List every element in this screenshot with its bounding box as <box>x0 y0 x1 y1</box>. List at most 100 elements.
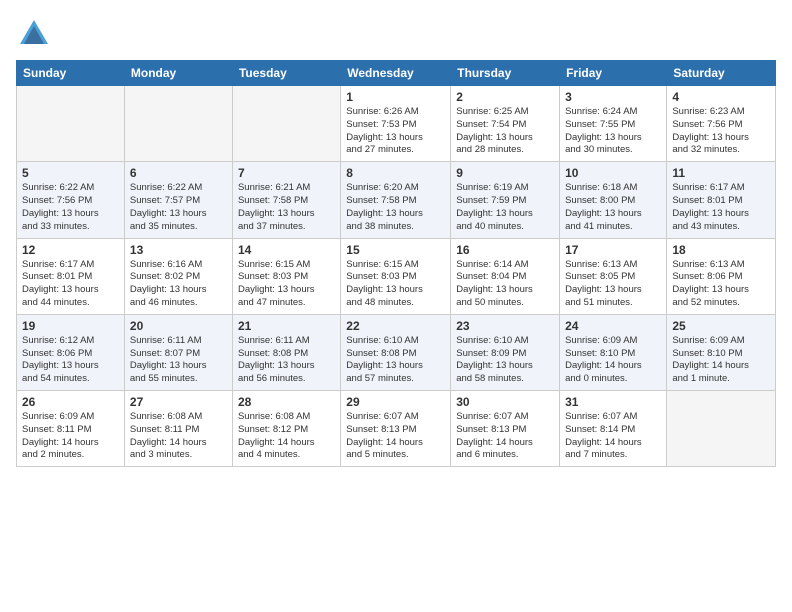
calendar-week-row: 19Sunrise: 6:12 AM Sunset: 8:06 PM Dayli… <box>17 314 776 390</box>
calendar-week-row: 1 Sunrise: 6:26 AM Sunset: 7:53 PM Daylig… <box>17 86 776 162</box>
calendar-day-cell: 16 Sunrise: 6:14 AM Sunset: 8:04 PM Dayli… <box>451 238 560 314</box>
calendar-day-cell: 12 Sunrise: 6:17 AM Sunset: 8:01 PM Dayli… <box>17 238 125 314</box>
day-number: 27 <box>130 395 227 409</box>
calendar-day-cell: 28Sunrise: 6:08 AM Sunset: 8:12 PM Dayli… <box>232 391 340 467</box>
calendar-day-cell: 7 Sunrise: 6:21 AM Sunset: 7:58 PM Daylig… <box>232 162 340 238</box>
logo-icon <box>16 16 52 52</box>
day-number: 10 <box>565 166 661 180</box>
calendar-day-cell: 31 Sunrise: 6:07 AM Sunset: 8:14 PM Dayli… <box>560 391 667 467</box>
day-number: 24 <box>565 319 661 333</box>
day-number: 20 <box>130 319 227 333</box>
day-number: 2 <box>456 90 554 104</box>
day-detail: Sunrise: 6:09 AM Sunset: 8:10 PM Dayligh… <box>672 335 770 386</box>
calendar-day-cell: 9 Sunrise: 6:19 AM Sunset: 7:59 PM Daylig… <box>451 162 560 238</box>
day-detail: Sunrise: 6:17 AM Sunset: 8:01 PM Dayligh… <box>22 259 119 310</box>
day-number: 18 <box>672 243 770 257</box>
day-number: 12 <box>22 243 119 257</box>
day-number: 3 <box>565 90 661 104</box>
day-detail: Sunrise: 6:20 AM Sunset: 7:58 PM Dayligh… <box>346 182 445 233</box>
calendar-week-row: 12 Sunrise: 6:17 AM Sunset: 8:01 PM Dayli… <box>17 238 776 314</box>
calendar-empty-cell <box>667 391 776 467</box>
day-number: 22 <box>346 319 445 333</box>
calendar-day-cell: 2 Sunrise: 6:25 AM Sunset: 7:54 PM Daylig… <box>451 86 560 162</box>
day-detail: Sunrise: 6:11 AM Sunset: 8:07 PM Dayligh… <box>130 335 227 386</box>
day-detail: Sunrise: 6:23 AM Sunset: 7:56 PM Dayligh… <box>672 106 770 157</box>
day-detail: Sunrise: 6:19 AM Sunset: 7:59 PM Dayligh… <box>456 182 554 233</box>
day-detail: Sunrise: 6:13 AM Sunset: 8:06 PM Dayligh… <box>672 259 770 310</box>
calendar-day-cell: 4 Sunrise: 6:23 AM Sunset: 7:56 PM Daylig… <box>667 86 776 162</box>
day-detail: Sunrise: 6:07 AM Sunset: 8:13 PM Dayligh… <box>346 411 445 462</box>
calendar-day-cell: 3 Sunrise: 6:24 AM Sunset: 7:55 PM Daylig… <box>560 86 667 162</box>
day-detail: Sunrise: 6:21 AM Sunset: 7:58 PM Dayligh… <box>238 182 335 233</box>
day-detail: Sunrise: 6:25 AM Sunset: 7:54 PM Dayligh… <box>456 106 554 157</box>
day-number: 17 <box>565 243 661 257</box>
day-detail: Sunrise: 6:07 AM Sunset: 8:14 PM Dayligh… <box>565 411 661 462</box>
day-detail: Sunrise: 6:11 AM Sunset: 8:08 PM Dayligh… <box>238 335 335 386</box>
header-tuesday: Tuesday <box>232 61 340 86</box>
day-detail: Sunrise: 6:24 AM Sunset: 7:55 PM Dayligh… <box>565 106 661 157</box>
calendar-day-cell: 25Sunrise: 6:09 AM Sunset: 8:10 PM Dayli… <box>667 314 776 390</box>
day-detail: Sunrise: 6:10 AM Sunset: 8:08 PM Dayligh… <box>346 335 445 386</box>
calendar-day-cell: 21 Sunrise: 6:11 AM Sunset: 8:08 PM Dayli… <box>232 314 340 390</box>
calendar-day-cell: 10 Sunrise: 6:18 AM Sunset: 8:00 PM Dayli… <box>560 162 667 238</box>
calendar-table: SundayMondayTuesdayWednesdayThursdayFrid… <box>16 60 776 467</box>
calendar-day-cell: 30 Sunrise: 6:07 AM Sunset: 8:13 PM Dayli… <box>451 391 560 467</box>
day-number: 8 <box>346 166 445 180</box>
calendar-day-cell: 23 Sunrise: 6:10 AM Sunset: 8:09 PM Dayli… <box>451 314 560 390</box>
day-detail: Sunrise: 6:09 AM Sunset: 8:10 PM Dayligh… <box>565 335 661 386</box>
day-number: 15 <box>346 243 445 257</box>
day-number: 28 <box>238 395 335 409</box>
calendar-day-cell: 27 Sunrise: 6:08 AM Sunset: 8:11 PM Dayli… <box>124 391 232 467</box>
day-number: 30 <box>456 395 554 409</box>
day-number: 26 <box>22 395 119 409</box>
day-number: 4 <box>672 90 770 104</box>
calendar-week-row: 26 Sunrise: 6:09 AM Sunset: 8:11 PM Dayli… <box>17 391 776 467</box>
day-number: 1 <box>346 90 445 104</box>
header-saturday: Saturday <box>667 61 776 86</box>
day-number: 9 <box>456 166 554 180</box>
day-number: 5 <box>22 166 119 180</box>
day-detail: Sunrise: 6:10 AM Sunset: 8:09 PM Dayligh… <box>456 335 554 386</box>
day-number: 13 <box>130 243 227 257</box>
day-number: 14 <box>238 243 335 257</box>
day-detail: Sunrise: 6:07 AM Sunset: 8:13 PM Dayligh… <box>456 411 554 462</box>
logo <box>16 16 56 52</box>
calendar-day-cell: 29Sunrise: 6:07 AM Sunset: 8:13 PM Dayli… <box>341 391 451 467</box>
calendar-day-cell: 22 Sunrise: 6:10 AM Sunset: 8:08 PM Dayli… <box>341 314 451 390</box>
page: SundayMondayTuesdayWednesdayThursdayFrid… <box>0 0 792 612</box>
header <box>16 16 776 52</box>
day-detail: Sunrise: 6:15 AM Sunset: 8:03 PM Dayligh… <box>238 259 335 310</box>
day-number: 21 <box>238 319 335 333</box>
day-number: 7 <box>238 166 335 180</box>
day-number: 16 <box>456 243 554 257</box>
day-number: 31 <box>565 395 661 409</box>
calendar-day-cell: 15Sunrise: 6:15 AM Sunset: 8:03 PM Dayli… <box>341 238 451 314</box>
day-detail: Sunrise: 6:18 AM Sunset: 8:00 PM Dayligh… <box>565 182 661 233</box>
calendar-day-cell: 13 Sunrise: 6:16 AM Sunset: 8:02 PM Dayli… <box>124 238 232 314</box>
day-detail: Sunrise: 6:12 AM Sunset: 8:06 PM Dayligh… <box>22 335 119 386</box>
header-sunday: Sunday <box>17 61 125 86</box>
header-wednesday: Wednesday <box>341 61 451 86</box>
header-thursday: Thursday <box>451 61 560 86</box>
day-detail: Sunrise: 6:08 AM Sunset: 8:11 PM Dayligh… <box>130 411 227 462</box>
day-detail: Sunrise: 6:13 AM Sunset: 8:05 PM Dayligh… <box>565 259 661 310</box>
calendar-day-cell: 18 Sunrise: 6:13 AM Sunset: 8:06 PM Dayli… <box>667 238 776 314</box>
header-monday: Monday <box>124 61 232 86</box>
calendar-day-cell: 19Sunrise: 6:12 AM Sunset: 8:06 PM Dayli… <box>17 314 125 390</box>
day-number: 6 <box>130 166 227 180</box>
calendar-empty-cell <box>124 86 232 162</box>
day-detail: Sunrise: 6:14 AM Sunset: 8:04 PM Dayligh… <box>456 259 554 310</box>
calendar-day-cell: 26 Sunrise: 6:09 AM Sunset: 8:11 PM Dayli… <box>17 391 125 467</box>
calendar-day-cell: 11Sunrise: 6:17 AM Sunset: 8:01 PM Dayli… <box>667 162 776 238</box>
day-detail: Sunrise: 6:22 AM Sunset: 7:56 PM Dayligh… <box>22 182 119 233</box>
header-friday: Friday <box>560 61 667 86</box>
calendar-week-row: 5 Sunrise: 6:22 AM Sunset: 7:56 PM Daylig… <box>17 162 776 238</box>
day-number: 23 <box>456 319 554 333</box>
day-detail: Sunrise: 6:09 AM Sunset: 8:11 PM Dayligh… <box>22 411 119 462</box>
day-detail: Sunrise: 6:26 AM Sunset: 7:53 PM Dayligh… <box>346 106 445 157</box>
calendar-empty-cell <box>17 86 125 162</box>
calendar-empty-cell <box>232 86 340 162</box>
day-number: 11 <box>672 166 770 180</box>
calendar-day-cell: 8 Sunrise: 6:20 AM Sunset: 7:58 PM Daylig… <box>341 162 451 238</box>
day-detail: Sunrise: 6:16 AM Sunset: 8:02 PM Dayligh… <box>130 259 227 310</box>
